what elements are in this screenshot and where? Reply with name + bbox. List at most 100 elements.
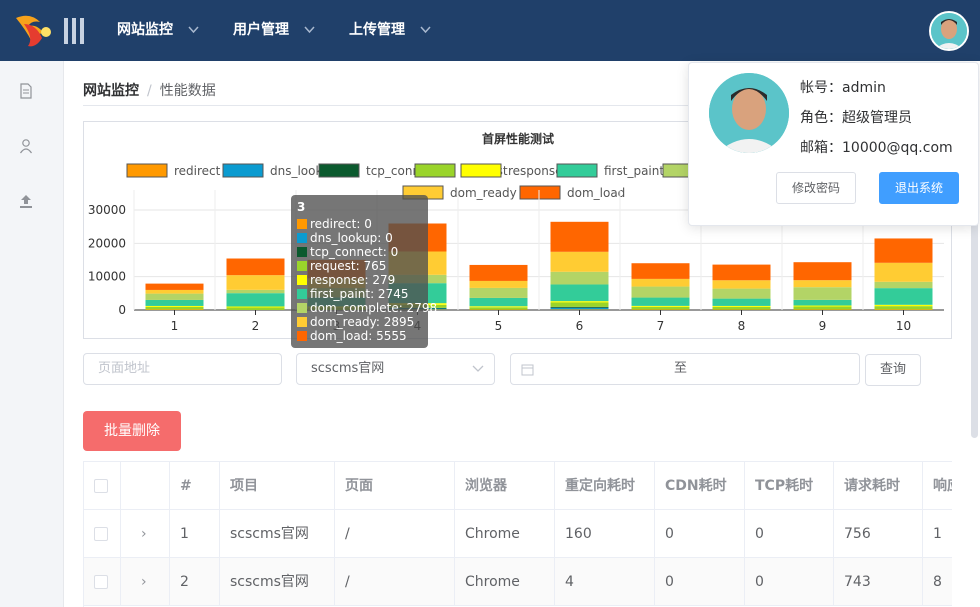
cell-redirect-time: 4 — [555, 558, 655, 606]
header-checkbox-cell — [84, 462, 121, 510]
bar-segment — [145, 289, 204, 294]
cell-tcp-time: 0 — [745, 510, 834, 558]
cell-project: scscms官网 — [220, 558, 335, 606]
table-header-row: # 项目 页面 浏览器 重定向耗时 CDN耗时 TCP耗时 请求耗时 响应 — [84, 462, 952, 510]
bar-segment — [469, 306, 528, 308]
table-row[interactable]: › 2 scscms官网 / Chrome 4 0 0 743 8 — [84, 558, 952, 606]
batch-delete-button[interactable]: 批量删除 — [83, 411, 181, 451]
tooltip-text: tcp_connect: 0 — [310, 245, 399, 259]
select-all-checkbox[interactable] — [94, 479, 108, 493]
legend-swatch — [460, 163, 502, 178]
bar-segment — [712, 288, 771, 299]
x-tick-label: 2 — [252, 319, 260, 333]
bar-segment — [145, 283, 204, 290]
cell-cdn-time: 0 — [655, 558, 745, 606]
row-checkbox[interactable] — [94, 575, 108, 589]
breadcrumb: 网站监控 / 性能数据 — [83, 80, 216, 100]
site-select[interactable]: scscms官网 — [296, 353, 495, 385]
nav-upload-manage-label: 上传管理 — [349, 22, 405, 38]
user-avatar-button[interactable] — [929, 11, 969, 51]
legend-label: first_paint — [604, 164, 664, 178]
x-tick-label: 6 — [576, 319, 584, 333]
tooltip-row: response: 279 — [297, 273, 422, 287]
bar-segment — [631, 278, 690, 287]
cell-page: / — [335, 558, 455, 606]
cell-browser: Chrome — [455, 510, 555, 558]
bar-segment — [469, 297, 528, 307]
tooltip-text: request: 765 — [310, 259, 387, 273]
tooltip-swatch — [297, 261, 307, 271]
cell-response-time: 8 — [923, 558, 952, 606]
cell-redirect-time: 160 — [555, 510, 655, 558]
cell-index: 1 — [170, 510, 220, 558]
bar-segment — [550, 251, 609, 272]
nav-site-monitor[interactable]: 网站监控 — [117, 0, 199, 61]
bar-segment — [550, 306, 609, 308]
x-tick-label: 1 — [171, 319, 179, 333]
logout-button[interactable]: 退出系统 — [879, 172, 959, 204]
header-page: 页面 — [335, 462, 455, 510]
bar-segment — [874, 309, 933, 310]
avatar — [931, 13, 967, 49]
upload-icon[interactable] — [16, 191, 36, 211]
legend-label: dom_load — [567, 186, 625, 200]
bar-segment — [793, 306, 852, 310]
chevron-down-icon — [420, 26, 431, 34]
bar-segment — [874, 288, 933, 305]
tooltip-text: dom_ready: 2895 — [310, 315, 415, 329]
breadcrumb-home[interactable]: 网站监控 — [83, 83, 139, 99]
expand-chevron-icon[interactable]: › — [141, 510, 147, 558]
row-expand-cell: › — [121, 558, 170, 606]
nav-upload-manage[interactable]: 上传管理 — [349, 0, 431, 61]
tooltip-swatch — [297, 275, 307, 285]
cell-index: 2 — [170, 558, 220, 606]
nav-user-manage[interactable]: 用户管理 — [233, 0, 315, 61]
chevron-down-icon — [472, 365, 484, 372]
header-response-time: 响应 — [923, 462, 952, 510]
chart-title: 首屏性能测试 — [482, 131, 554, 146]
data-table: # 项目 页面 浏览器 重定向耗时 CDN耗时 TCP耗时 请求耗时 响应 › … — [83, 461, 952, 607]
breadcrumb-current: 性能数据 — [159, 83, 216, 99]
legend-label: dom_ready — [450, 186, 517, 200]
bar-segment — [874, 306, 933, 310]
bar-segment — [793, 299, 852, 306]
cell-project: scscms官网 — [220, 510, 335, 558]
top-header: 网站监控 用户管理 上传管理 — [0, 0, 980, 61]
change-password-button[interactable]: 修改密码 — [776, 172, 856, 204]
bar-segment — [226, 289, 285, 294]
tooltip-swatch — [297, 219, 307, 229]
tooltip-row: request: 765 — [297, 259, 422, 273]
table-row[interactable]: › 1 scscms官网 / Chrome 160 0 0 756 1 — [84, 510, 952, 558]
bar-segment — [145, 305, 204, 307]
y-tick-label: 30000 — [88, 203, 126, 217]
bar-segment — [793, 280, 852, 288]
legend-swatch — [318, 163, 360, 178]
bar-segment — [874, 281, 933, 289]
bar-segment — [550, 307, 609, 310]
row-checkbox[interactable] — [94, 527, 108, 541]
date-range-picker[interactable]: 至 — [510, 353, 860, 385]
bar-segment — [712, 305, 771, 307]
app-logo[interactable] — [14, 8, 86, 52]
bar-segment — [550, 309, 609, 310]
account-text: 帐号：admin — [800, 80, 886, 96]
row-checkbox-cell — [84, 510, 121, 558]
x-tick-label: 5 — [495, 319, 503, 333]
page-url-input[interactable]: 页面地址 — [83, 353, 282, 385]
expand-chevron-icon[interactable]: › — [141, 558, 147, 606]
header-cdn-time: CDN耗时 — [655, 462, 745, 510]
tooltip-text: redirect: 0 — [310, 217, 372, 231]
user-icon[interactable] — [16, 136, 36, 156]
tooltip-text: dom_load: 5555 — [310, 329, 407, 343]
document-icon[interactable] — [16, 81, 36, 101]
x-tick-label: 8 — [738, 319, 746, 333]
nav-site-monitor-label: 网站监控 — [117, 22, 173, 38]
query-button[interactable]: 查询 — [865, 354, 921, 386]
bar-segment — [550, 302, 609, 307]
tooltip-title: 3 — [297, 200, 306, 214]
tooltip-row: tcp_connect: 0 — [297, 245, 422, 259]
breadcrumb-separator: / — [147, 83, 152, 99]
y-tick-label: 10000 — [88, 270, 126, 284]
avatar — [709, 73, 789, 153]
row-expand-cell: › — [121, 510, 170, 558]
